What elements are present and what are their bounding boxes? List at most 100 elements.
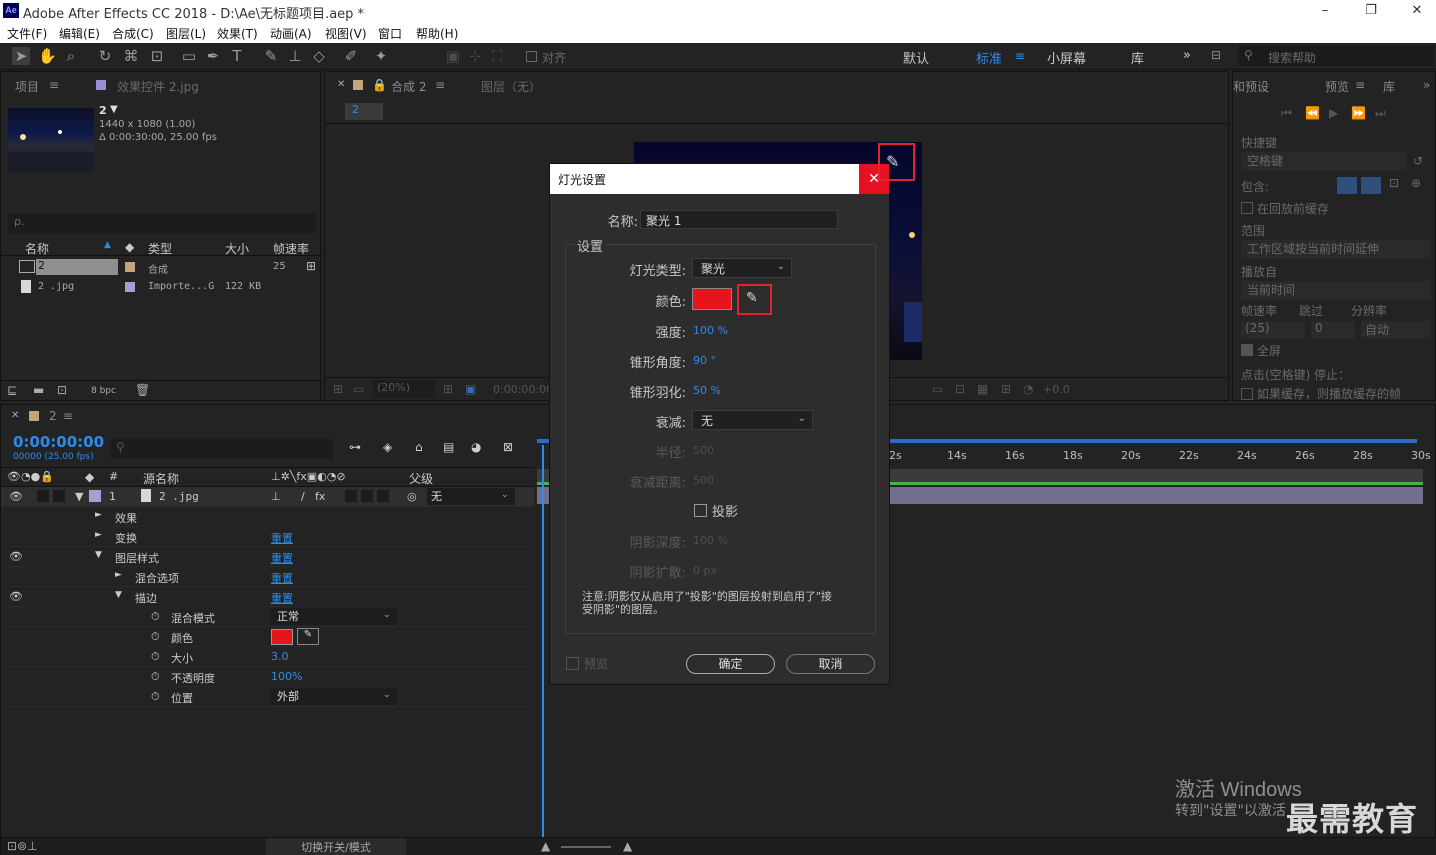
local-axis-icon[interactable]: ▣ <box>444 47 462 65</box>
av-switches-icon[interactable]: 👁◔●🔒 <box>7 470 54 483</box>
snapshot-icon[interactable]: ⊞ <box>333 382 343 396</box>
comp-panel-menu-icon[interactable]: ≡ <box>435 78 445 92</box>
reset-link[interactable]: 重置 <box>271 590 293 606</box>
eyedropper-icon[interactable]: ✎ <box>297 628 319 645</box>
reset-icon[interactable]: ↺ <box>1413 154 1423 168</box>
col-type[interactable]: 类型 <box>148 240 172 257</box>
resolution-select[interactable]: 自动 <box>1361 321 1431 339</box>
expand-panes-icon[interactable]: ⊡⊚⊥ <box>7 839 38 853</box>
reset-link[interactable]: 重置 <box>271 550 293 566</box>
light-type-select[interactable]: 聚光 ⌄ <box>692 258 792 278</box>
chevron-down-icon[interactable]: ⌄ <box>501 490 509 500</box>
selection-tool-icon[interactable]: ➤ <box>12 47 30 65</box>
tab-layer[interactable]: 图层（无） <box>481 78 541 95</box>
col-parent[interactable]: 父级 <box>409 470 433 487</box>
include-overlay-icon[interactable]: ⊡ <box>1389 176 1399 190</box>
layer-label-swatch[interactable] <box>89 490 101 502</box>
col-name[interactable]: 名称 <box>25 240 49 257</box>
clone-stamp-tool-icon[interactable]: ⊥ <box>286 47 304 65</box>
property-group-row[interactable]: ► 效果 <box>1 507 534 527</box>
menu-window[interactable]: 窗口 <box>378 25 402 42</box>
exposure-value[interactable]: +0.0 <box>1043 383 1070 396</box>
layer-row[interactable]: 👁 ▼ 1 2 .jpg ⊥ / fx ◎ 无 ⌄ <box>1 487 534 507</box>
stroke-color-swatch[interactable] <box>271 629 293 645</box>
sync-icon[interactable]: ⊟ <box>1211 48 1221 62</box>
grid-icon[interactable]: ⊞ <box>443 382 453 396</box>
tab-libraries[interactable]: 库 <box>1383 78 1395 95</box>
timeline-menu-icon[interactable]: ≡ <box>63 409 73 423</box>
stopwatch-icon[interactable]: ⏱ <box>151 690 160 704</box>
project-search-input[interactable]: ρ. <box>8 213 316 233</box>
hand-tool-icon[interactable]: ✋ <box>38 47 57 65</box>
puppet-tool-icon[interactable]: ✦ <box>372 47 390 65</box>
tab-comp[interactable]: 合成 2 <box>391 78 426 95</box>
close-button[interactable]: ✕ <box>1394 0 1436 22</box>
flowchart-icon[interactable]: ⊞ <box>306 259 316 273</box>
visibility-eye-icon[interactable]: 👁 <box>9 490 23 503</box>
roto-brush-tool-icon[interactable]: ✐ <box>342 47 360 65</box>
close-tab-icon[interactable]: ✕ <box>337 79 345 90</box>
shy-switch-icon[interactable]: ⊥ <box>271 490 281 503</box>
3d-view-icon[interactable]: ▭ <box>932 382 943 396</box>
quality-switch-icon[interactable]: / <box>301 490 305 503</box>
switches-header-icon[interactable]: ⊥✲╲fx▣◐◔⊘ <box>271 470 346 483</box>
transparency-icon[interactable]: ▦ <box>977 382 988 396</box>
minimize-button[interactable]: – <box>1302 0 1348 22</box>
tab-project[interactable]: 项目 <box>15 78 39 95</box>
property-group-row[interactable]: 👁 ▼ 图层样式 重置 <box>1 547 534 567</box>
light-name-input[interactable]: 聚光 1 <box>640 210 838 229</box>
close-timeline-icon[interactable]: ✕ <box>11 410 19 421</box>
shy-layers-icon[interactable]: ⌂ <box>415 440 423 454</box>
if-cache-checkbox[interactable] <box>1241 388 1253 400</box>
solo-toggle[interactable] <box>37 490 49 502</box>
fps-select[interactable]: (25) <box>1241 321 1305 339</box>
zoom-in-icon[interactable]: ▲ <box>623 839 632 853</box>
fullscreen-checkbox[interactable] <box>1241 344 1253 356</box>
timeline-current-time[interactable]: 0:00:00:00 <box>13 433 104 451</box>
cancel-button[interactable]: 取消 <box>786 654 875 674</box>
expand-arrow-icon[interactable]: ▼ <box>115 590 122 600</box>
property-group-row[interactable]: ► 变换 重置 <box>1 527 534 547</box>
menu-animation[interactable]: 动画(A) <box>270 25 312 42</box>
chevron-down-icon[interactable]: ⌄ <box>383 610 391 620</box>
workspace-small-screen[interactable]: 小屏幕 <box>1047 48 1086 67</box>
skip-select[interactable]: 0 <box>1311 321 1355 339</box>
ok-button[interactable]: 确定 <box>686 654 775 674</box>
alpha-icon[interactable]: ▣ <box>465 382 476 396</box>
menu-effect[interactable]: 效果(T) <box>217 25 258 42</box>
light-color-swatch[interactable] <box>692 288 732 310</box>
panel-menu-icon[interactable]: ≡ <box>49 78 59 92</box>
property-row[interactable]: ⏱ 不透明度 100% <box>1 667 534 687</box>
expand-arrow-icon[interactable]: ► <box>95 510 102 520</box>
zoom-tool-icon[interactable]: ⌕ <box>62 47 80 65</box>
falloff-select[interactable]: 无 ⌄ <box>692 410 813 430</box>
label-swatch[interactable] <box>125 282 135 292</box>
playhead[interactable] <box>542 445 544 837</box>
timeline-search-input[interactable]: ⚲ <box>111 439 333 459</box>
zoom-out-icon[interactable]: ▲ <box>541 839 550 853</box>
eraser-tool-icon[interactable]: ◇ <box>310 47 328 65</box>
bpc-label[interactable]: 8 bpc <box>91 386 116 396</box>
tab-preview[interactable]: 预览 <box>1325 78 1349 95</box>
rectangle-tool-icon[interactable]: ▭ <box>180 47 198 65</box>
play-from-select[interactable]: 当前时间 <box>1241 281 1431 300</box>
property-row[interactable]: ⏱ 位置 外部 ⌄ <box>1 687 534 707</box>
new-folder-icon[interactable]: ▬ <box>33 383 44 397</box>
workspace-overflow[interactable]: » <box>1183 48 1191 63</box>
casts-shadows-checkbox[interactable] <box>694 504 707 517</box>
new-comp-icon[interactable]: ⊡ <box>57 383 67 397</box>
property-group-row[interactable]: ► 混合选项 重置 <box>1 567 534 587</box>
flowchart-view-icon[interactable]: ⊞ <box>1001 382 1011 396</box>
range-select[interactable]: 工作区域按当前时间延伸 <box>1241 240 1431 259</box>
property-group-row[interactable]: 👁 ▼ 描边 重置 <box>1 587 534 607</box>
project-item-jpg[interactable]: 2 .jpg Importe...G 122 KB <box>1 278 321 297</box>
property-value[interactable]: 100% <box>271 670 302 683</box>
menu-help[interactable]: 帮助(H) <box>416 25 458 42</box>
frame-blending-icon[interactable]: ▤ <box>443 440 454 454</box>
fx-switch-icon[interactable]: fx <box>315 490 325 503</box>
property-row[interactable]: ⏱ 颜色 ✎ <box>1 627 534 647</box>
last-frame-icon[interactable]: ⏭ <box>1375 106 1386 121</box>
zoom-select[interactable]: (20%) <box>373 380 435 398</box>
preview-menu-icon[interactable]: ≡ <box>1355 78 1365 92</box>
cache-checkbox[interactable] <box>1241 202 1253 214</box>
